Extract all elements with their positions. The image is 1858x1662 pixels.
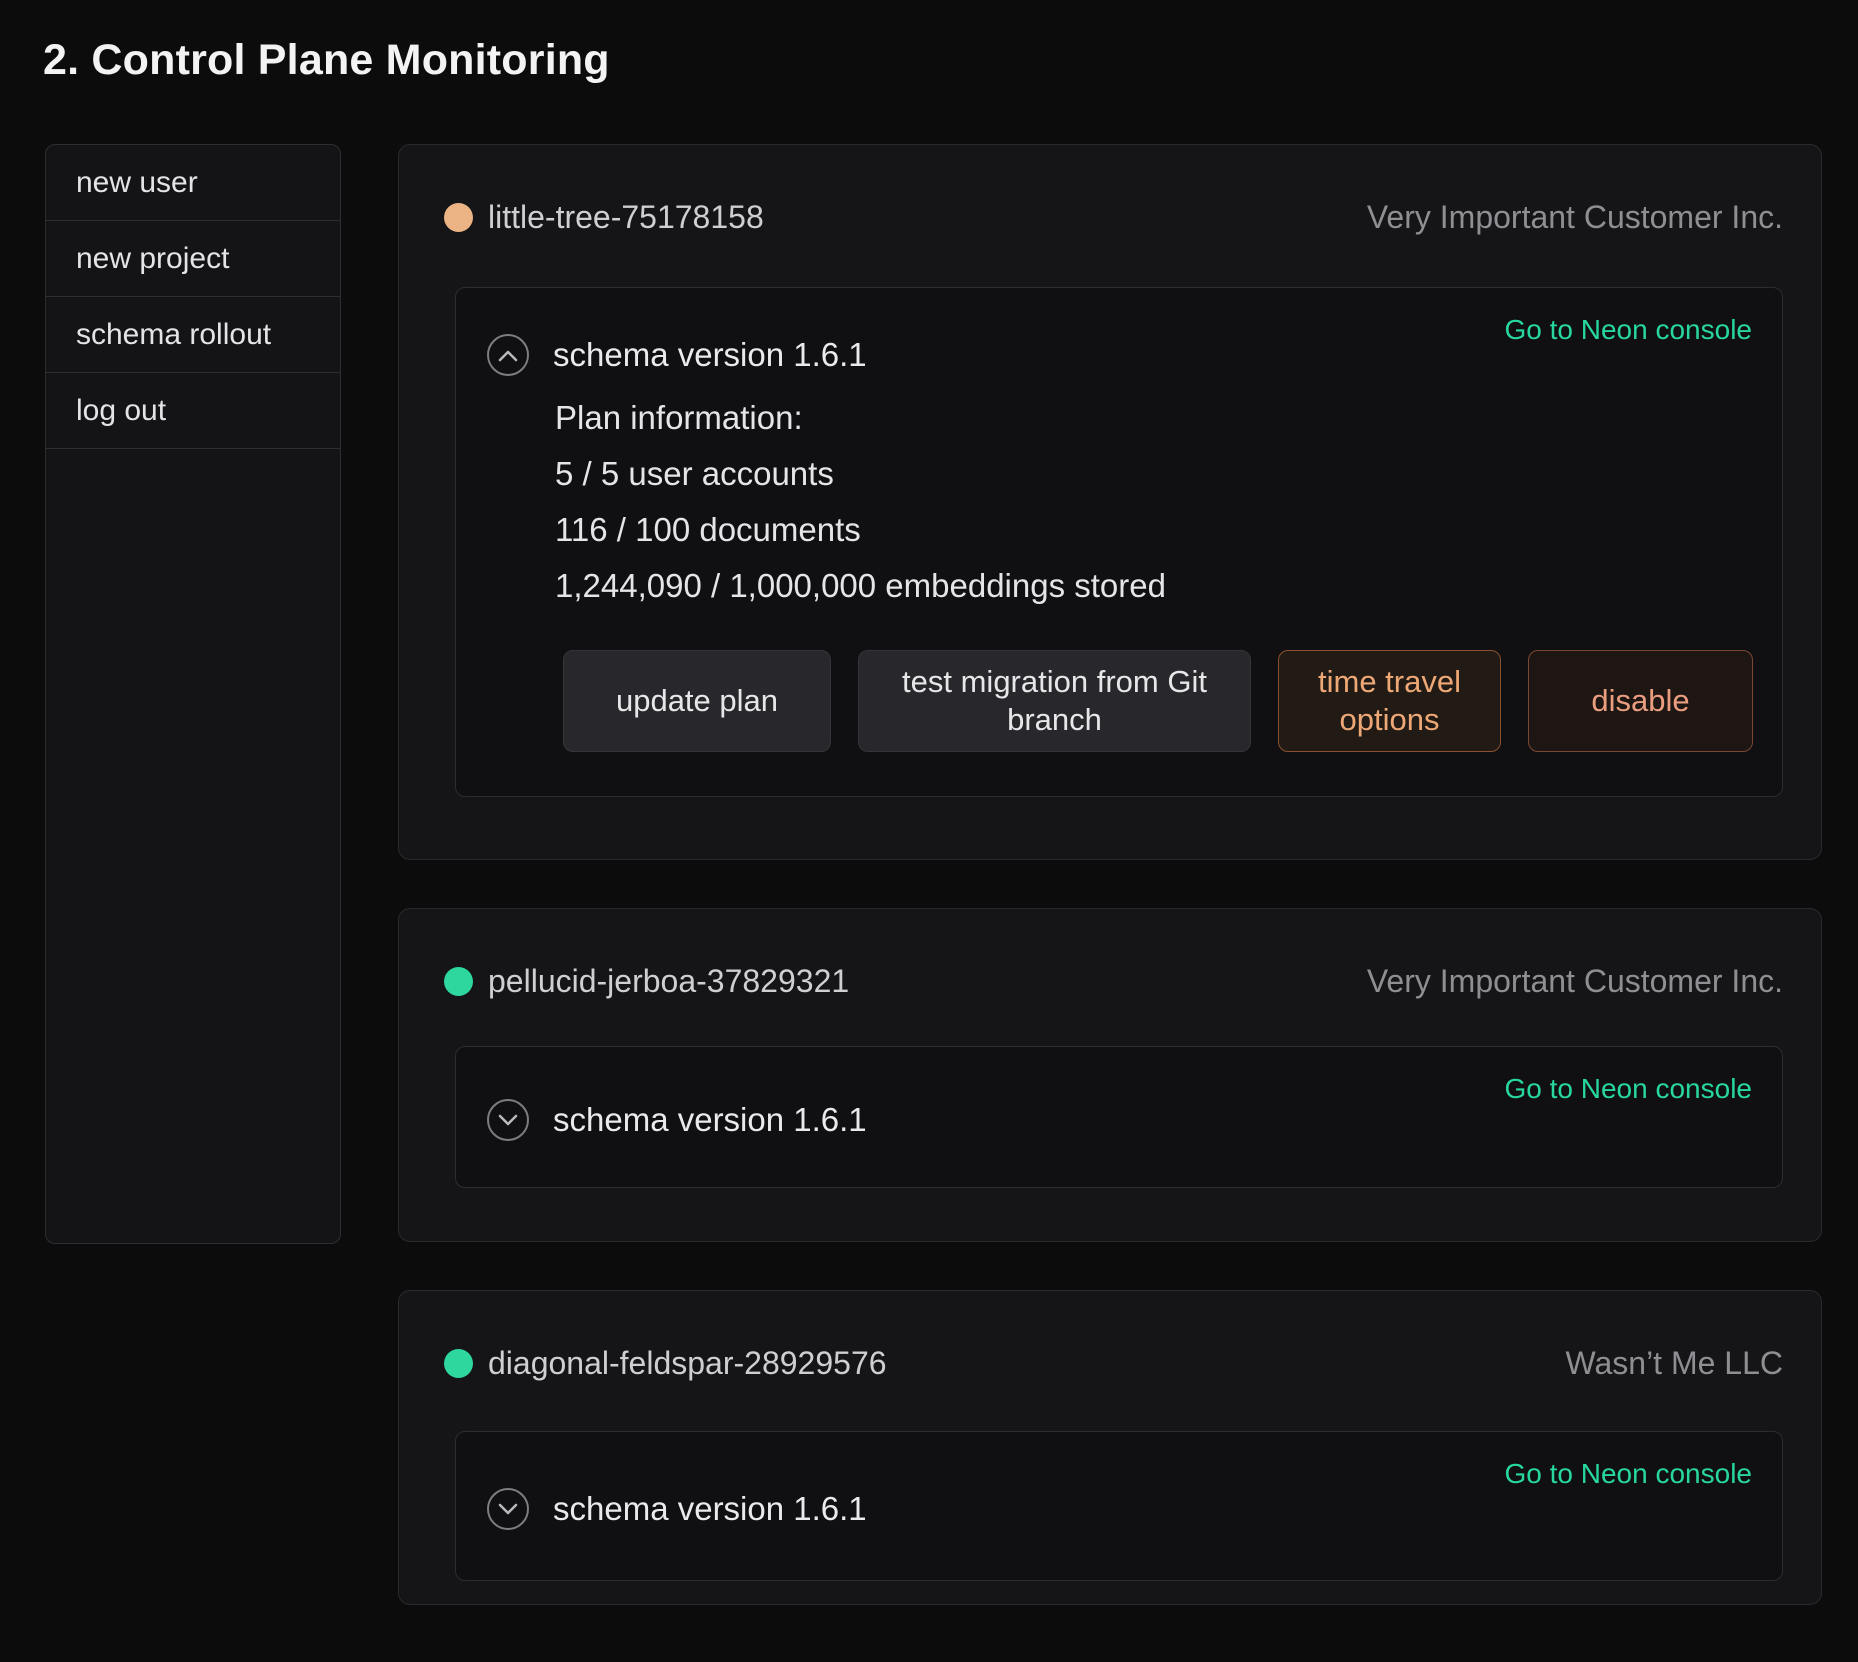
test-migration-button[interactable]: test migration from Git branch <box>858 650 1251 752</box>
project-detail-panel: Go to Neon console schema version 1.6.1 <box>455 1046 1783 1188</box>
schema-version-label: schema version 1.6.1 <box>553 1101 867 1139</box>
project-card-header: diagonal-feldspar-28929576 Wasn’t Me LLC <box>444 1343 1783 1383</box>
project-detail-panel: Go to Neon console schema version 1.6.1 <box>455 1431 1783 1581</box>
expand-toggle[interactable] <box>487 1099 529 1141</box>
project-card: diagonal-feldspar-28929576 Wasn’t Me LLC… <box>398 1290 1822 1605</box>
plan-information: Plan information: 5 / 5 user accounts 11… <box>555 390 1166 614</box>
project-name: little-tree-75178158 <box>488 199 764 236</box>
sidebar: new user new project schema rollout log … <box>45 144 341 1244</box>
sidebar-item-label: new project <box>76 242 229 276</box>
plan-line-embeddings: 1,244,090 / 1,000,000 embeddings stored <box>555 558 1166 614</box>
company-label: Very Important Customer Inc. <box>1367 963 1783 1000</box>
chevron-down-icon <box>498 1503 518 1516</box>
neon-console-link[interactable]: Go to Neon console <box>1505 1073 1753 1105</box>
schema-version-label: schema version 1.6.1 <box>553 336 867 374</box>
project-card-header: pellucid-jerboa-37829321 Very Important … <box>444 961 1783 1001</box>
collapse-toggle[interactable] <box>487 334 529 376</box>
update-plan-button[interactable]: update plan <box>563 650 831 752</box>
time-travel-options-button[interactable]: time travel options <box>1278 650 1501 752</box>
schema-row: schema version 1.6.1 <box>487 334 867 376</box>
sidebar-item-new-user[interactable]: new user <box>46 145 340 221</box>
expand-toggle[interactable] <box>487 1488 529 1530</box>
project-actions: update plan test migration from Git bran… <box>563 650 1753 752</box>
page: 2. Control Plane Monitoring new user new… <box>0 0 1858 1662</box>
status-dot-icon <box>444 967 473 996</box>
status-dot-icon <box>444 1349 473 1378</box>
sidebar-item-label: new user <box>76 166 198 200</box>
sidebar-item-new-project[interactable]: new project <box>46 221 340 297</box>
project-card: pellucid-jerboa-37829321 Very Important … <box>398 908 1822 1242</box>
project-name: diagonal-feldspar-28929576 <box>488 1345 887 1382</box>
schema-row: schema version 1.6.1 <box>487 1488 867 1530</box>
company-label: Very Important Customer Inc. <box>1367 199 1783 236</box>
sidebar-item-log-out[interactable]: log out <box>46 373 340 449</box>
disable-button[interactable]: disable <box>1528 650 1753 752</box>
schema-version-label: schema version 1.6.1 <box>553 1490 867 1528</box>
chevron-up-icon <box>498 349 518 362</box>
schema-row: schema version 1.6.1 <box>487 1099 867 1141</box>
sidebar-item-label: log out <box>76 394 166 428</box>
project-detail-panel: Go to Neon console schema version 1.6.1 … <box>455 287 1783 797</box>
project-card: little-tree-75178158 Very Important Cust… <box>398 144 1822 860</box>
neon-console-link[interactable]: Go to Neon console <box>1505 314 1753 346</box>
chevron-down-icon <box>498 1114 518 1127</box>
plan-line-documents: 116 / 100 documents <box>555 502 1166 558</box>
status-dot-icon <box>444 203 473 232</box>
page-title: 2. Control Plane Monitoring <box>43 36 610 85</box>
sidebar-item-schema-rollout[interactable]: schema rollout <box>46 297 340 373</box>
project-card-header: little-tree-75178158 Very Important Cust… <box>444 197 1783 237</box>
plan-line-user-accounts: 5 / 5 user accounts <box>555 446 1166 502</box>
sidebar-item-label: schema rollout <box>76 318 271 352</box>
company-label: Wasn’t Me LLC <box>1565 1345 1783 1382</box>
plan-line: Plan information: <box>555 390 1166 446</box>
neon-console-link[interactable]: Go to Neon console <box>1505 1458 1753 1490</box>
project-name: pellucid-jerboa-37829321 <box>488 963 849 1000</box>
